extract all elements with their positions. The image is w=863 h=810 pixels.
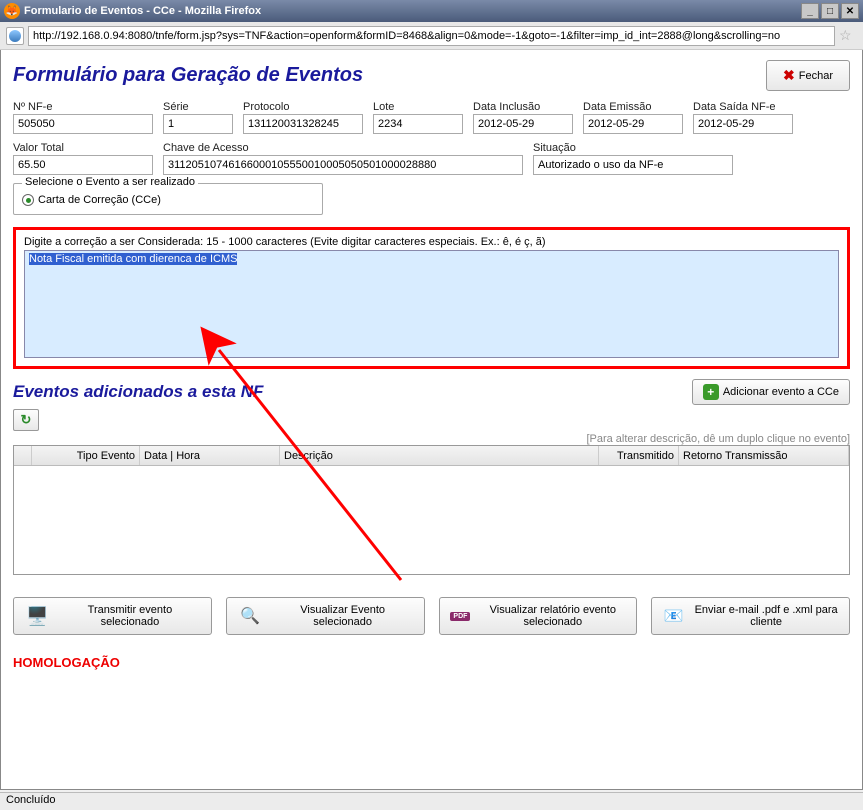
situacao-input[interactable] xyxy=(533,155,733,175)
fechar-button[interactable]: ✖ Fechar xyxy=(766,60,850,91)
search-icon: 🔍 xyxy=(237,604,264,628)
visualizar-relatorio-button[interactable]: PDF Visualizar relatório evento selecion… xyxy=(439,597,638,635)
url-bar: ☆ xyxy=(0,22,863,50)
events-hint: [Para alterar descrição, dê um duplo cli… xyxy=(13,433,850,445)
firefox-icon: 🦊 xyxy=(4,3,20,19)
visualizar-relatorio-label: Visualizar relatório evento selecionado xyxy=(479,604,626,628)
pdf-icon: PDF xyxy=(450,604,472,628)
page-title: Formulário para Geração de Eventos xyxy=(13,64,363,87)
data-saida-label: Data Saída NF-e xyxy=(693,101,793,113)
close-button[interactable]: ✕ xyxy=(841,3,859,19)
correction-value: Nota Fiscal emitida com dierenca de ICMS xyxy=(29,253,237,265)
radio-cce[interactable]: Carta de Correção (CCe) xyxy=(22,194,314,206)
page-content: Formulário para Geração de Eventos ✖ Fec… xyxy=(0,50,863,790)
nf-label: Nº NF-e xyxy=(13,101,153,113)
enviar-email-button[interactable]: 📧 Enviar e-mail .pdf e .xml para cliente xyxy=(651,597,850,635)
status-bar: Concluído xyxy=(0,792,863,810)
grid-header: Tipo Evento Data | Hora Descrição Transm… xyxy=(14,446,849,466)
chave-input[interactable] xyxy=(163,155,523,175)
data-emissao-label: Data Emissão xyxy=(583,101,683,113)
nf-input[interactable] xyxy=(13,114,153,134)
serie-input[interactable] xyxy=(163,114,233,134)
col-retorno[interactable]: Retorno Transmissão xyxy=(679,446,849,465)
visualizar-evento-label: Visualizar Evento selecionado xyxy=(272,604,414,628)
col-tipo[interactable]: Tipo Evento xyxy=(32,446,140,465)
correction-textarea[interactable]: Nota Fiscal emitida com dierenca de ICMS xyxy=(24,250,839,358)
col-transmitido[interactable]: Transmitido xyxy=(599,446,679,465)
event-select-legend: Selecione o Evento a ser realizado xyxy=(22,176,198,188)
add-event-button[interactable]: + Adicionar evento a CCe xyxy=(692,379,850,405)
events-grid[interactable]: Tipo Evento Data | Hora Descrição Transm… xyxy=(13,445,850,575)
radio-cce-label: Carta de Correção (CCe) xyxy=(38,194,161,206)
transmit-icon: 🖥️ xyxy=(24,604,51,628)
visualizar-evento-button[interactable]: 🔍 Visualizar Evento selecionado xyxy=(226,597,425,635)
lote-label: Lote xyxy=(373,101,463,113)
serie-label: Série xyxy=(163,101,233,113)
site-identity-icon[interactable] xyxy=(6,27,24,45)
maximize-button[interactable]: □ xyxy=(821,3,839,19)
add-event-label: Adicionar evento a CCe xyxy=(723,386,839,398)
enviar-email-label: Enviar e-mail .pdf e .xml para cliente xyxy=(693,604,839,628)
mail-icon: 📧 xyxy=(662,604,685,628)
col-descricao[interactable]: Descrição xyxy=(280,446,599,465)
valor-input[interactable] xyxy=(13,155,153,175)
refresh-button[interactable]: ↻ xyxy=(13,409,39,431)
homologacao-label: HOMOLOGAÇÃO xyxy=(13,655,850,670)
transmitir-label: Transmitir evento selecionado xyxy=(59,604,201,628)
fechar-label: Fechar xyxy=(799,70,833,82)
events-title: Eventos adicionados a esta NF xyxy=(13,382,263,402)
url-input[interactable] xyxy=(28,26,835,46)
situacao-label: Situação xyxy=(533,142,733,154)
lote-input[interactable] xyxy=(373,114,463,134)
protocolo-label: Protocolo xyxy=(243,101,363,113)
correction-label: Digite a correção a ser Considerada: 15 … xyxy=(24,236,839,248)
radio-icon xyxy=(22,194,34,206)
protocolo-input[interactable] xyxy=(243,114,363,134)
close-icon: ✖ xyxy=(783,67,795,84)
data-inclusao-input[interactable] xyxy=(473,114,573,134)
status-text: Concluído xyxy=(6,794,56,806)
bookmark-star-icon[interactable]: ☆ xyxy=(839,27,857,45)
data-inclusao-label: Data Inclusão xyxy=(473,101,573,113)
plus-icon: + xyxy=(703,384,719,400)
valor-label: Valor Total xyxy=(13,142,153,154)
minimize-button[interactable]: _ xyxy=(801,3,819,19)
event-select-fieldset: Selecione o Evento a ser realizado Carta… xyxy=(13,183,323,215)
chave-label: Chave de Acesso xyxy=(163,142,523,154)
data-emissao-input[interactable] xyxy=(583,114,683,134)
transmitir-button[interactable]: 🖥️ Transmitir evento selecionado xyxy=(13,597,212,635)
data-saida-input[interactable] xyxy=(693,114,793,134)
col-data[interactable]: Data | Hora xyxy=(140,446,280,465)
window-title: Formulario de Eventos - CCe - Mozilla Fi… xyxy=(24,5,799,17)
refresh-icon: ↻ xyxy=(21,412,32,428)
window-titlebar: 🦊 Formulario de Eventos - CCe - Mozilla … xyxy=(0,0,863,22)
correction-box: Digite a correção a ser Considerada: 15 … xyxy=(13,227,850,369)
